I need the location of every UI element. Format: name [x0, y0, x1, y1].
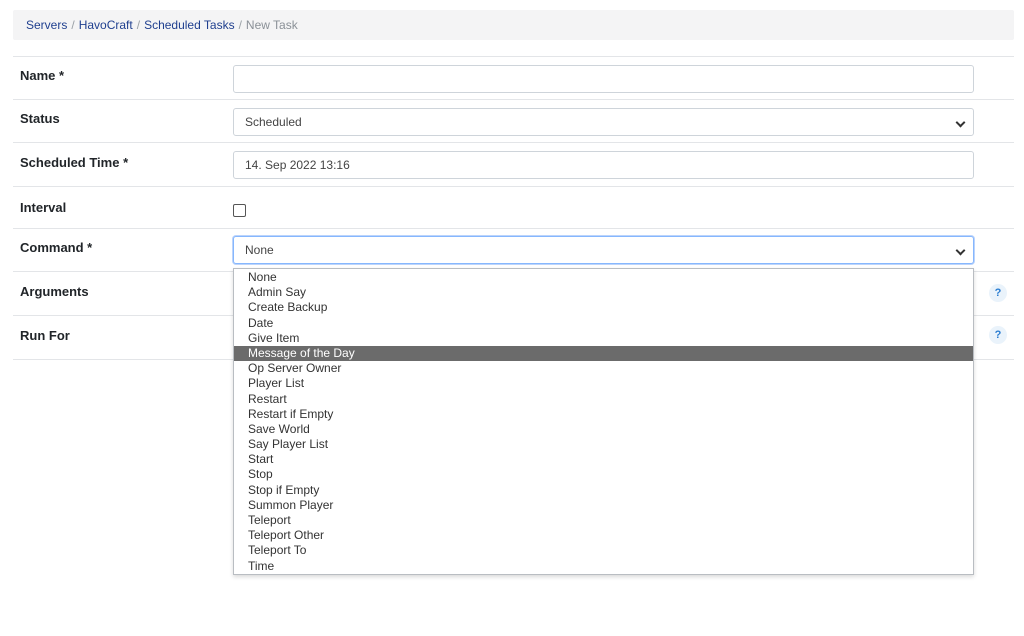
command-option[interactable]: Stop: [234, 467, 973, 482]
breadcrumb-scheduled-tasks[interactable]: Scheduled Tasks: [144, 18, 235, 32]
breadcrumb-current: New Task: [245, 18, 298, 32]
status-select[interactable]: Scheduled: [233, 108, 974, 136]
breadcrumb: Servers / HavoCraft / Scheduled Tasks / New Ta…: [13, 10, 1014, 40]
status-select-value: Scheduled: [245, 115, 302, 129]
breadcrumb-separator: /: [136, 18, 141, 32]
run-for-help-icon[interactable]: ?: [989, 326, 1007, 344]
breadcrumb-separator: /: [71, 18, 75, 32]
command-option[interactable]: Save World: [234, 422, 973, 437]
arguments-label: Arguments: [20, 284, 89, 299]
name-input[interactable]: [233, 65, 974, 93]
command-select-value: None: [245, 243, 274, 257]
breadcrumb-server[interactable]: HavoCraft: [79, 18, 133, 32]
command-option[interactable]: Time: [234, 559, 973, 574]
name-label: Name *: [20, 68, 65, 83]
arguments-help-icon[interactable]: ?: [989, 284, 1007, 302]
command-option[interactable]: Summon Player: [234, 498, 973, 513]
command-option[interactable]: Restart if Empty: [234, 407, 973, 422]
command-option[interactable]: Restart: [234, 392, 973, 407]
command-option[interactable]: Admin Say: [234, 285, 973, 300]
command-option[interactable]: Player List: [234, 376, 973, 391]
run-for-label: Run For: [20, 328, 70, 343]
interval-label: Interval: [20, 200, 67, 215]
command-dropdown-list: None Admin Say Create Backup Date Give Item M…: [233, 268, 974, 575]
command-option[interactable]: Start: [234, 452, 973, 467]
command-option[interactable]: Say Player List: [234, 437, 973, 452]
command-label: Command *: [20, 240, 93, 255]
form-row-interval: Interval: [13, 186, 1014, 229]
command-option[interactable]: Give Item: [234, 331, 973, 346]
status-label: Status: [20, 111, 60, 126]
scheduled-time-label: Scheduled Time *: [20, 155, 129, 170]
scheduled-time-input[interactable]: 14. Sep 2022 13:16: [233, 151, 974, 179]
interval-checkbox[interactable]: [233, 204, 246, 217]
command-option[interactable]: Op Server Owner: [234, 361, 973, 376]
command-option[interactable]: Teleport Other: [234, 528, 973, 543]
command-option[interactable]: Stop if Empty: [234, 483, 973, 498]
command-option[interactable]: Create Backup: [234, 300, 973, 315]
command-option[interactable]: None: [234, 270, 973, 285]
command-option[interactable]: Teleport To: [234, 543, 973, 558]
command-option[interactable]: Message of the Day: [234, 345, 973, 362]
command-select[interactable]: None: [233, 236, 974, 264]
command-option[interactable]: Teleport: [234, 513, 973, 528]
breadcrumb-separator: /: [238, 18, 242, 32]
command-option[interactable]: Date: [234, 316, 973, 331]
breadcrumb-servers[interactable]: Servers: [26, 18, 67, 32]
